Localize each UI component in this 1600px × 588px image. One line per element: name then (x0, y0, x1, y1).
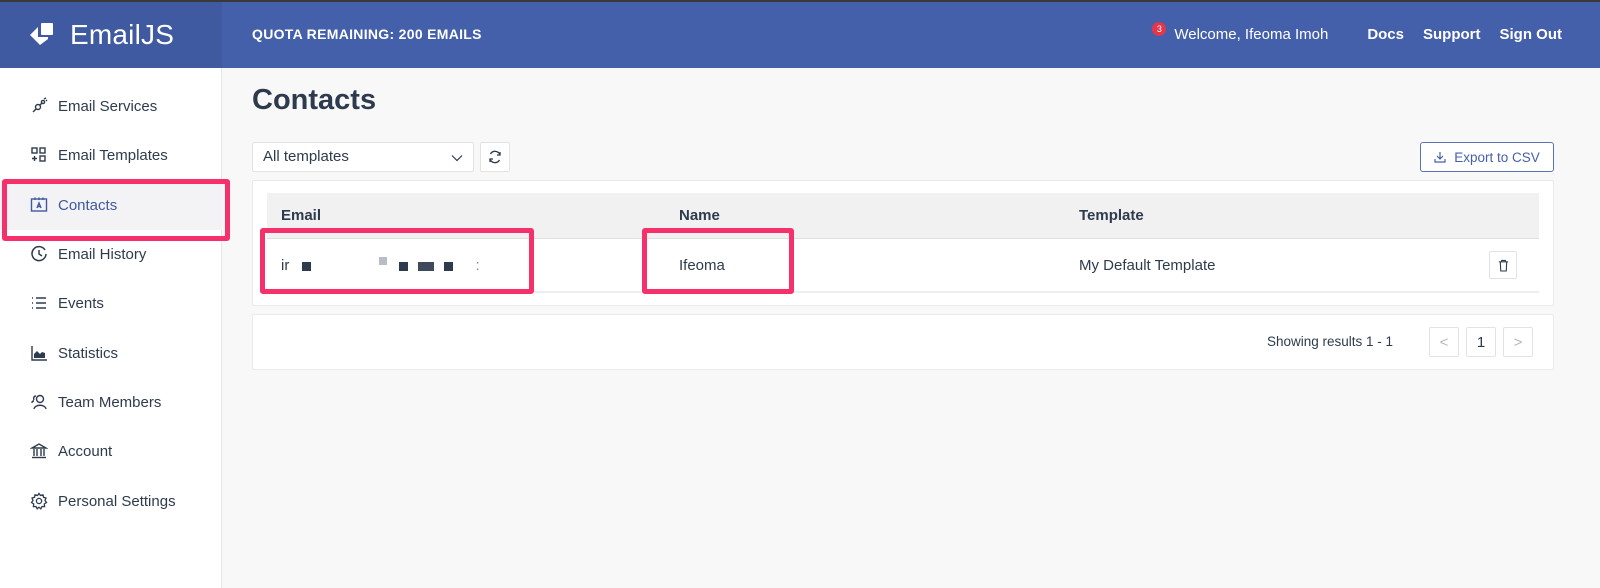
sidebar-label: Statistics (58, 344, 119, 362)
export-csv-button[interactable]: Export to CSV (1420, 142, 1554, 172)
sidebar: Email Services Email Templates Contacts … (0, 68, 230, 588)
sidebar-label: Events (58, 294, 104, 312)
quota-remaining: QUOTA REMAINING: 200 EMAILS (252, 26, 482, 42)
templates-grid-icon (30, 146, 48, 164)
contact-template: My Default Template (1079, 257, 1216, 274)
bank-icon (30, 442, 48, 460)
page-number-button[interactable]: 1 (1466, 327, 1496, 357)
refresh-icon (489, 150, 501, 164)
template-filter-select[interactable]: All templates (252, 142, 474, 172)
sidebar-item-statistics[interactable]: Statistics (0, 328, 222, 378)
sidebar-label: Contacts (58, 196, 118, 214)
table-row[interactable]: ir : Ifeoma My Default Template (267, 239, 1539, 293)
sidebar-item-personal-settings[interactable]: Personal Settings (0, 476, 222, 526)
sign-out-link[interactable]: Sign Out (1500, 26, 1563, 43)
emailjs-logo-icon (30, 23, 53, 45)
top-nav: 3 Welcome, Ifeoma Imoh Docs Support Sign… (1152, 22, 1563, 43)
email-redacted: : (301, 257, 480, 274)
notification-badge[interactable]: 3 (1152, 22, 1167, 36)
column-email[interactable]: Email (281, 207, 321, 224)
sidebar-label: Account (58, 442, 113, 460)
brand-name: EmailJS (70, 19, 175, 50)
template-filter-value: All templates (263, 148, 349, 165)
sidebar-label: Email Services (58, 97, 158, 115)
docs-link[interactable]: Docs (1367, 26, 1404, 43)
brand-logo[interactable]: EmailJS (0, 2, 222, 68)
welcome-text: Welcome, Ifeoma Imoh (1174, 26, 1329, 43)
history-clock-icon (30, 245, 48, 263)
team-users-icon (30, 393, 48, 411)
contact-name: Ifeoma (679, 257, 725, 274)
email-visible-prefix: ir (281, 257, 290, 274)
download-icon (1434, 152, 1446, 163)
plug-icon (30, 97, 48, 115)
support-link[interactable]: Support (1423, 26, 1481, 43)
sidebar-label: Email History (58, 245, 147, 263)
sidebar-item-email-history[interactable]: Email History (0, 229, 222, 279)
prev-page-button[interactable]: < (1429, 327, 1459, 357)
delete-contact-button[interactable] (1489, 251, 1517, 279)
contacts-table: Email Name Template ir : Ifeoma My Defau… (252, 180, 1554, 306)
sidebar-label: Personal Settings (58, 492, 176, 510)
table-header: Email Name Template (267, 193, 1539, 239)
contact-card-icon (30, 196, 48, 214)
sidebar-item-events[interactable]: Events (0, 278, 222, 328)
column-name[interactable]: Name (679, 207, 720, 224)
sidebar-item-account[interactable]: Account (0, 426, 222, 476)
next-page-button[interactable]: > (1503, 327, 1533, 357)
area-chart-icon (30, 344, 48, 362)
refresh-button[interactable] (480, 142, 510, 172)
results-summary: Showing results 1 - 1 (1266, 334, 1393, 349)
sidebar-item-team-members[interactable]: Team Members (0, 377, 222, 427)
main-content: Contacts All templates Export to CSV Ema… (222, 68, 1600, 588)
list-icon (30, 294, 48, 312)
export-csv-label: Export to CSV (1454, 149, 1540, 165)
sidebar-item-contacts[interactable]: Contacts (0, 179, 230, 241)
contact-email: ir : (281, 257, 480, 274)
trash-icon (1498, 259, 1508, 272)
page-title: Contacts (252, 84, 377, 116)
top-bar: EmailJS QUOTA REMAINING: 200 EMAILS 3 We… (0, 0, 1600, 68)
gear-icon (30, 492, 48, 510)
chevron-down-icon (451, 155, 463, 162)
sidebar-item-email-services[interactable]: Email Services (0, 81, 222, 131)
welcome-user[interactable]: 3 Welcome, Ifeoma Imoh (1152, 22, 1329, 43)
pagination-bar: Showing results 1 - 1 < 1 > (252, 314, 1554, 370)
sidebar-label: Email Templates (58, 146, 168, 164)
sidebar-item-email-templates[interactable]: Email Templates (0, 130, 222, 180)
sidebar-label: Team Members (58, 393, 162, 411)
column-template[interactable]: Template (1079, 207, 1144, 224)
